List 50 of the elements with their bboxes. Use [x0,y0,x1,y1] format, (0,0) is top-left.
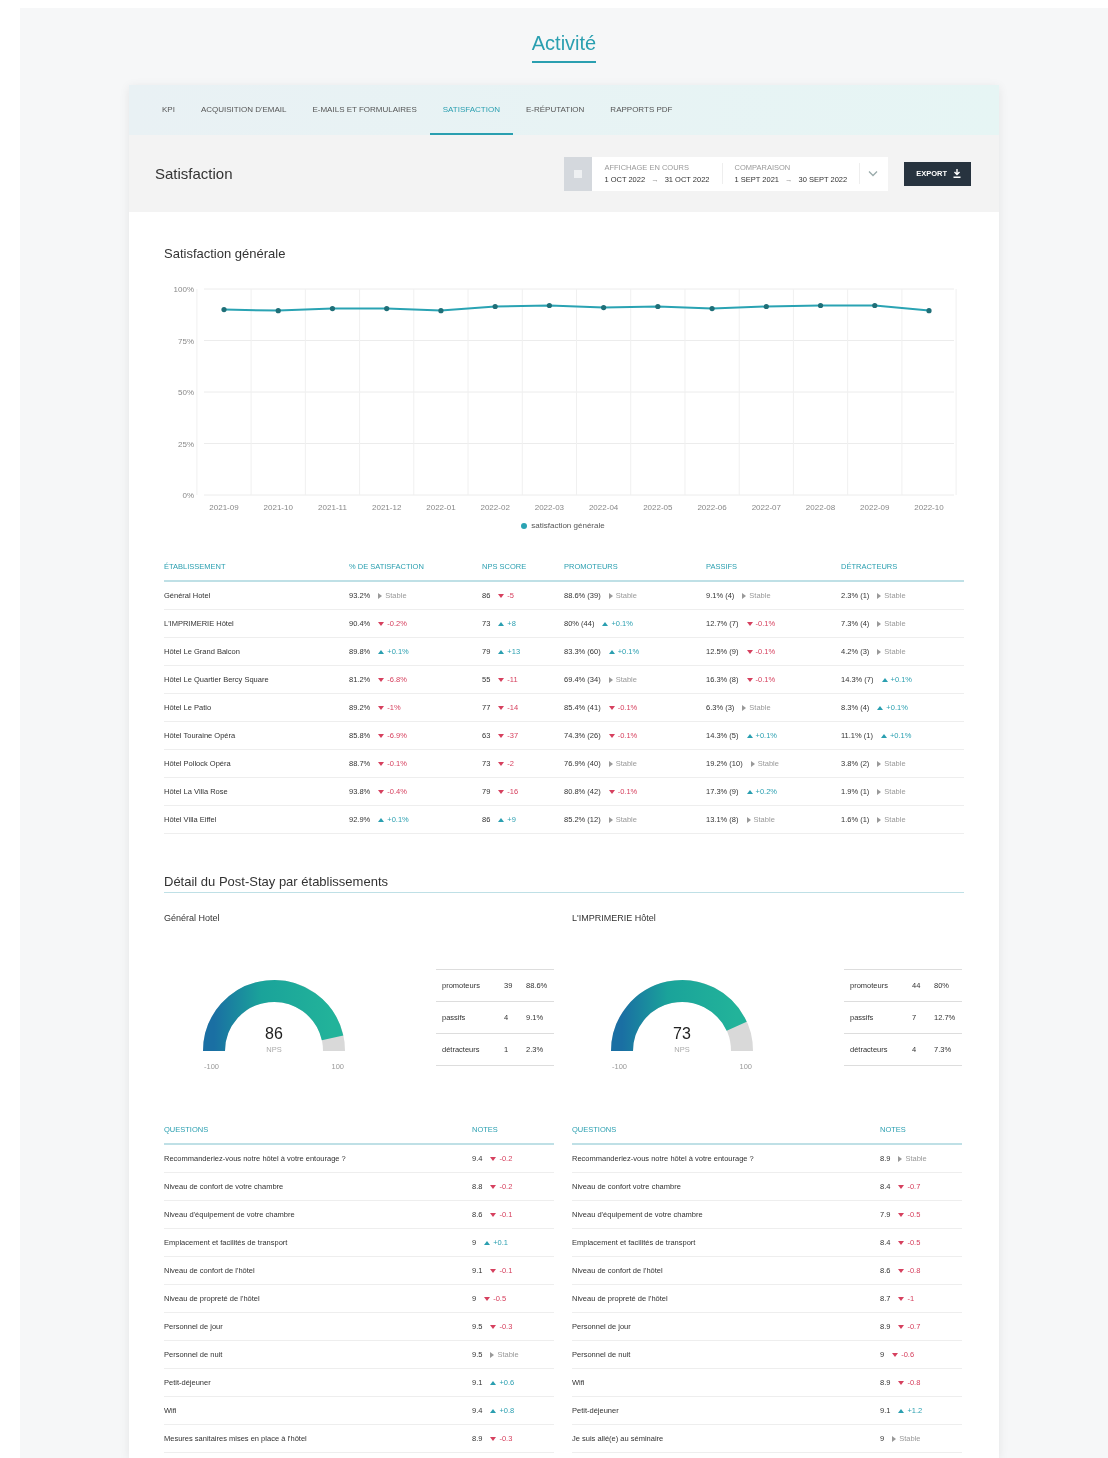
x-tick-label: 2022-08 [805,503,836,512]
gauge-value: 86 [264,1025,284,1043]
x-tick-label: 2021-10 [263,503,293,512]
download-icon [953,169,961,178]
x-tick-label: 2022-04 [588,503,619,512]
data-point [384,305,390,312]
data-point [546,302,552,309]
section-heading: Détail du Post-Stay par établissements [164,874,964,893]
tab[interactable]: ACQUISITION D'EMAIL [187,85,300,135]
chart-title: Satisfaction générale [164,246,287,261]
y-tick-label: 100% [173,285,194,294]
y-tick-label: 25% [178,439,194,449]
section-title: Satisfaction [155,165,233,182]
tab[interactable]: KPI [149,85,188,135]
y-tick-label: 75% [178,336,194,346]
x-tick-label: 2022-06 [697,503,727,512]
data-point [872,302,878,309]
tab[interactable]: RAPPORTS PDF [597,85,686,135]
hotel-name: L'IMPRIMERIE Hôtel [572,913,657,923]
data-point [763,303,769,310]
data-point [221,307,227,313]
data-point [817,302,824,309]
gauge-value: 73 [672,1025,692,1043]
data-point [438,308,444,314]
data-point [709,305,715,312]
tab[interactable]: E-MAILS ET FORMULAIRES [299,85,430,135]
x-tick-label: 2022-01 [426,503,456,512]
x-tick-label: 2021-11 [318,503,347,512]
data-point [655,303,661,310]
chevron-down-icon[interactable] [868,170,879,177]
x-tick-label: 2022-03 [534,503,565,512]
y-tick-label: 0% [182,491,194,500]
page-title: Activité [531,32,597,63]
data-point [601,304,607,311]
legend-label: satisfaction générale [531,521,605,530]
calendar-icon [564,156,593,191]
x-tick-label: 2021-12 [372,503,402,512]
x-tick-label: 2022-07 [751,503,781,512]
x-tick-label: 2022-05 [643,503,673,512]
data-point [926,308,932,314]
x-tick-label: 2022-10 [914,503,944,512]
data-point [275,308,281,314]
tab[interactable]: E-RÉPUTATION [513,85,598,135]
hotel-name: Général Hotel [164,913,221,923]
x-tick-label: 2022-09 [860,503,890,512]
y-tick-label: 50% [178,388,194,397]
data-point [329,305,336,312]
x-tick-label: 2021-09 [209,503,239,512]
x-tick-label: 2022-02 [480,503,510,512]
data-point [492,303,498,310]
